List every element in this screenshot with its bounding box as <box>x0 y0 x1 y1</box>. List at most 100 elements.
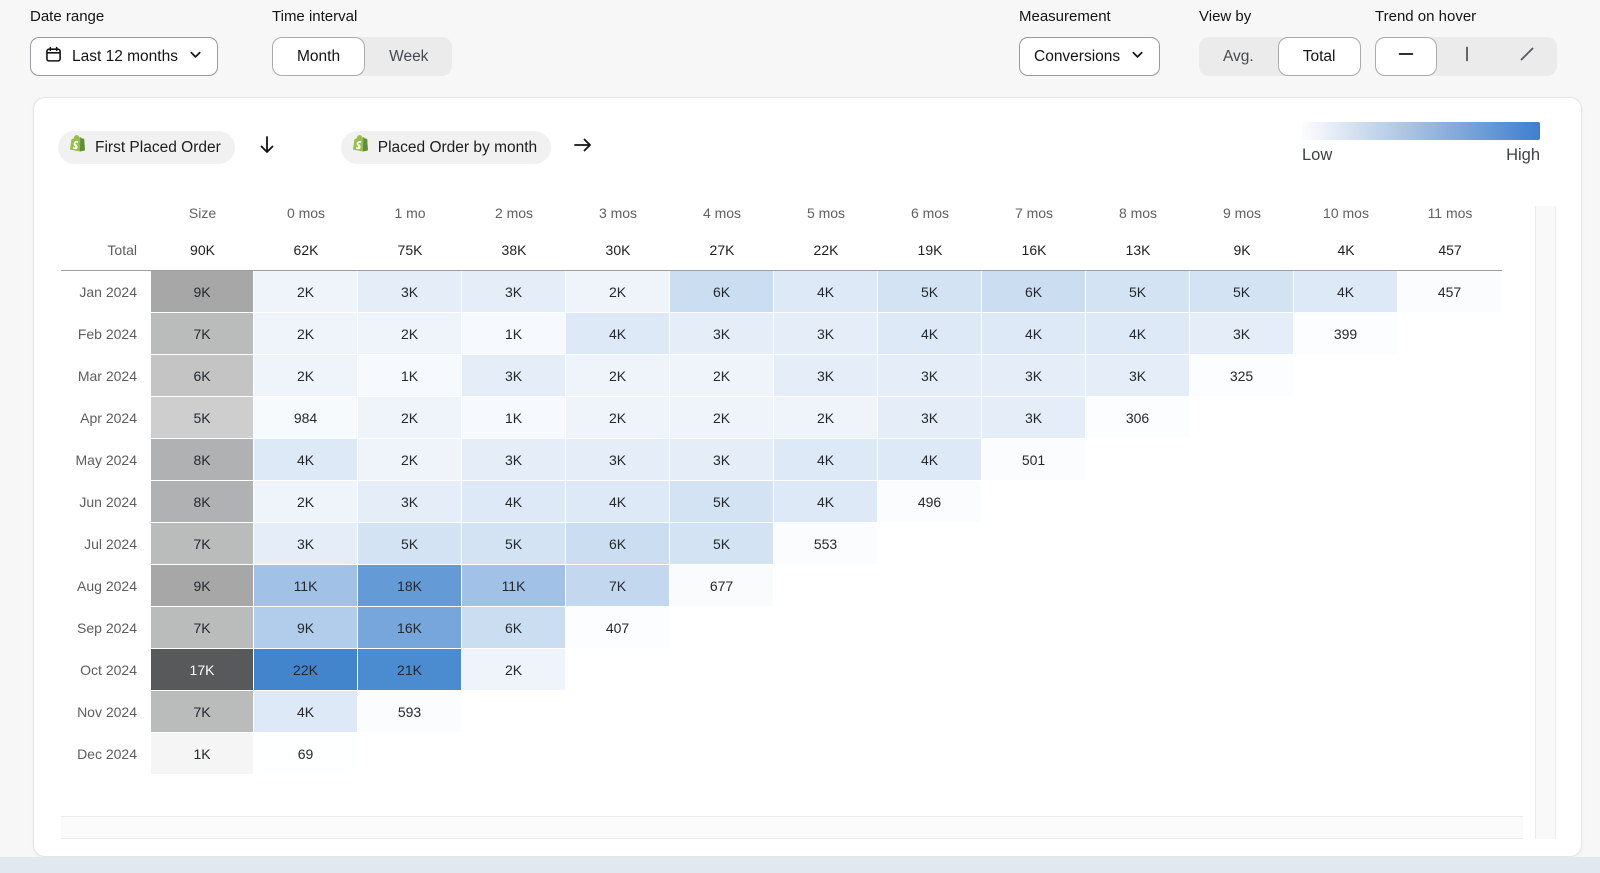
heatmap-cell[interactable]: 9K <box>254 607 358 649</box>
heatmap-cell[interactable]: 1K <box>462 397 566 439</box>
heatmap-cell[interactable]: 2K <box>566 271 670 313</box>
heatmap-cell[interactable]: 3K <box>774 355 878 397</box>
trend-dash-button[interactable] <box>1375 37 1437 76</box>
heatmap-cell[interactable]: 553 <box>774 523 878 565</box>
heatmap-cell[interactable]: 2K <box>358 397 462 439</box>
heatmap-cell[interactable]: 69 <box>254 733 358 775</box>
size-cell[interactable]: 7K <box>151 691 254 733</box>
heatmap-cell[interactable]: 5K <box>358 523 462 565</box>
heatmap-cell[interactable]: 1K <box>358 355 462 397</box>
view-by-total-button[interactable]: Total <box>1278 37 1361 76</box>
size-cell[interactable]: 5K <box>151 397 254 439</box>
trend-diagonal-line-button[interactable] <box>1497 37 1557 76</box>
heatmap-cell[interactable]: 457 <box>1398 271 1502 313</box>
heatmap-cell[interactable]: 4K <box>566 313 670 355</box>
vertical-scrollbar[interactable] <box>1535 206 1556 839</box>
heatmap-cell[interactable]: 3K <box>670 439 774 481</box>
heatmap-cell[interactable]: 18K <box>358 565 462 607</box>
heatmap-cell[interactable]: 6K <box>566 523 670 565</box>
heatmap-cell[interactable]: 677 <box>670 565 774 607</box>
heatmap-cell[interactable]: 5K <box>1190 271 1294 313</box>
heatmap-cell[interactable]: 4K <box>774 271 878 313</box>
heatmap-cell[interactable]: 3K <box>462 439 566 481</box>
heatmap-cell[interactable]: 11K <box>462 565 566 607</box>
heatmap-cell[interactable]: 6K <box>982 271 1086 313</box>
size-cell[interactable]: 7K <box>151 313 254 355</box>
heatmap-cell[interactable]: 7K <box>566 565 670 607</box>
time-interval-week-button[interactable]: Week <box>365 37 452 76</box>
size-cell[interactable]: 9K <box>151 271 254 313</box>
heatmap-cell[interactable]: 407 <box>566 607 670 649</box>
heatmap-cell[interactable]: 501 <box>982 439 1086 481</box>
heatmap-cell[interactable]: 4K <box>878 439 982 481</box>
heatmap-cell[interactable]: 5K <box>878 271 982 313</box>
heatmap-cell[interactable]: 2K <box>358 439 462 481</box>
heatmap-cell[interactable]: 3K <box>774 313 878 355</box>
heatmap-cell[interactable]: 3K <box>1086 355 1190 397</box>
heatmap-cell[interactable]: 3K <box>462 355 566 397</box>
heatmap-cell[interactable]: 2K <box>462 649 566 691</box>
heatmap-cell[interactable]: 2K <box>670 355 774 397</box>
heatmap-cell[interactable]: 3K <box>878 397 982 439</box>
size-cell[interactable]: 6K <box>151 355 254 397</box>
heatmap-cell[interactable]: 4K <box>1086 313 1190 355</box>
heatmap-cell[interactable]: 3K <box>982 355 1086 397</box>
heatmap-cell[interactable]: 306 <box>1086 397 1190 439</box>
heatmap-cell[interactable]: 11K <box>254 565 358 607</box>
heatmap-cell[interactable]: 4K <box>254 691 358 733</box>
heatmap-cell[interactable]: 3K <box>254 523 358 565</box>
heatmap-cell[interactable]: 984 <box>254 397 358 439</box>
heatmap-cell[interactable]: 4K <box>774 481 878 523</box>
size-cell[interactable]: 8K <box>151 481 254 523</box>
cohort-source-badge[interactable]: First Placed Order <box>58 131 235 164</box>
heatmap-cell[interactable]: 5K <box>670 481 774 523</box>
heatmap-cell[interactable]: 5K <box>462 523 566 565</box>
size-cell[interactable]: 9K <box>151 565 254 607</box>
heatmap-cell[interactable]: 6K <box>670 271 774 313</box>
heatmap-cell[interactable]: 3K <box>670 313 774 355</box>
heatmap-cell[interactable]: 2K <box>566 397 670 439</box>
heatmap-cell[interactable]: 22K <box>254 649 358 691</box>
heatmap-cell[interactable]: 3K <box>1190 313 1294 355</box>
heatmap-cell[interactable]: 325 <box>1190 355 1294 397</box>
heatmap-cell[interactable]: 5K <box>670 523 774 565</box>
heatmap-cell[interactable]: 3K <box>358 481 462 523</box>
heatmap-cell[interactable]: 16K <box>358 607 462 649</box>
heatmap-cell[interactable]: 4K <box>462 481 566 523</box>
heatmap-cell[interactable]: 2K <box>566 355 670 397</box>
size-cell[interactable]: 17K <box>151 649 254 691</box>
heatmap-cell[interactable]: 2K <box>254 271 358 313</box>
heatmap-cell[interactable]: 4K <box>1294 271 1398 313</box>
heatmap-cell[interactable]: 5K <box>1086 271 1190 313</box>
heatmap-cell[interactable]: 4K <box>254 439 358 481</box>
heatmap-cell[interactable]: 593 <box>358 691 462 733</box>
heatmap-cell[interactable]: 4K <box>878 313 982 355</box>
heatmap-cell[interactable]: 6K <box>462 607 566 649</box>
size-cell[interactable]: 1K <box>151 733 254 775</box>
heatmap-cell[interactable]: 1K <box>462 313 566 355</box>
size-cell[interactable]: 7K <box>151 607 254 649</box>
heatmap-cell[interactable]: 2K <box>254 355 358 397</box>
heatmap-cell[interactable]: 3K <box>358 271 462 313</box>
heatmap-cell[interactable]: 21K <box>358 649 462 691</box>
heatmap-cell[interactable]: 4K <box>566 481 670 523</box>
heatmap-cell[interactable]: 3K <box>878 355 982 397</box>
heatmap-cell[interactable]: 2K <box>254 481 358 523</box>
view-by-avg-button[interactable]: Avg. <box>1199 37 1278 76</box>
cohort-metric-badge[interactable]: Placed Order by month <box>341 131 551 164</box>
heatmap-cell[interactable]: 3K <box>462 271 566 313</box>
size-cell[interactable]: 8K <box>151 439 254 481</box>
heatmap-cell[interactable]: 399 <box>1294 313 1398 355</box>
heatmap-cell[interactable]: 496 <box>878 481 982 523</box>
size-cell[interactable]: 7K <box>151 523 254 565</box>
heatmap-cell[interactable]: 4K <box>774 439 878 481</box>
date-range-button[interactable]: Last 12 months <box>30 37 218 76</box>
trend-vertical-bar-button[interactable] <box>1437 37 1497 76</box>
heatmap-cell[interactable]: 3K <box>982 397 1086 439</box>
heatmap-cell[interactable]: 4K <box>982 313 1086 355</box>
heatmap-cell[interactable]: 2K <box>670 397 774 439</box>
heatmap-cell[interactable]: 2K <box>254 313 358 355</box>
horizontal-scrollbar[interactable] <box>61 816 1523 839</box>
heatmap-cell[interactable]: 3K <box>566 439 670 481</box>
measurement-dropdown[interactable]: Conversions <box>1019 37 1160 76</box>
